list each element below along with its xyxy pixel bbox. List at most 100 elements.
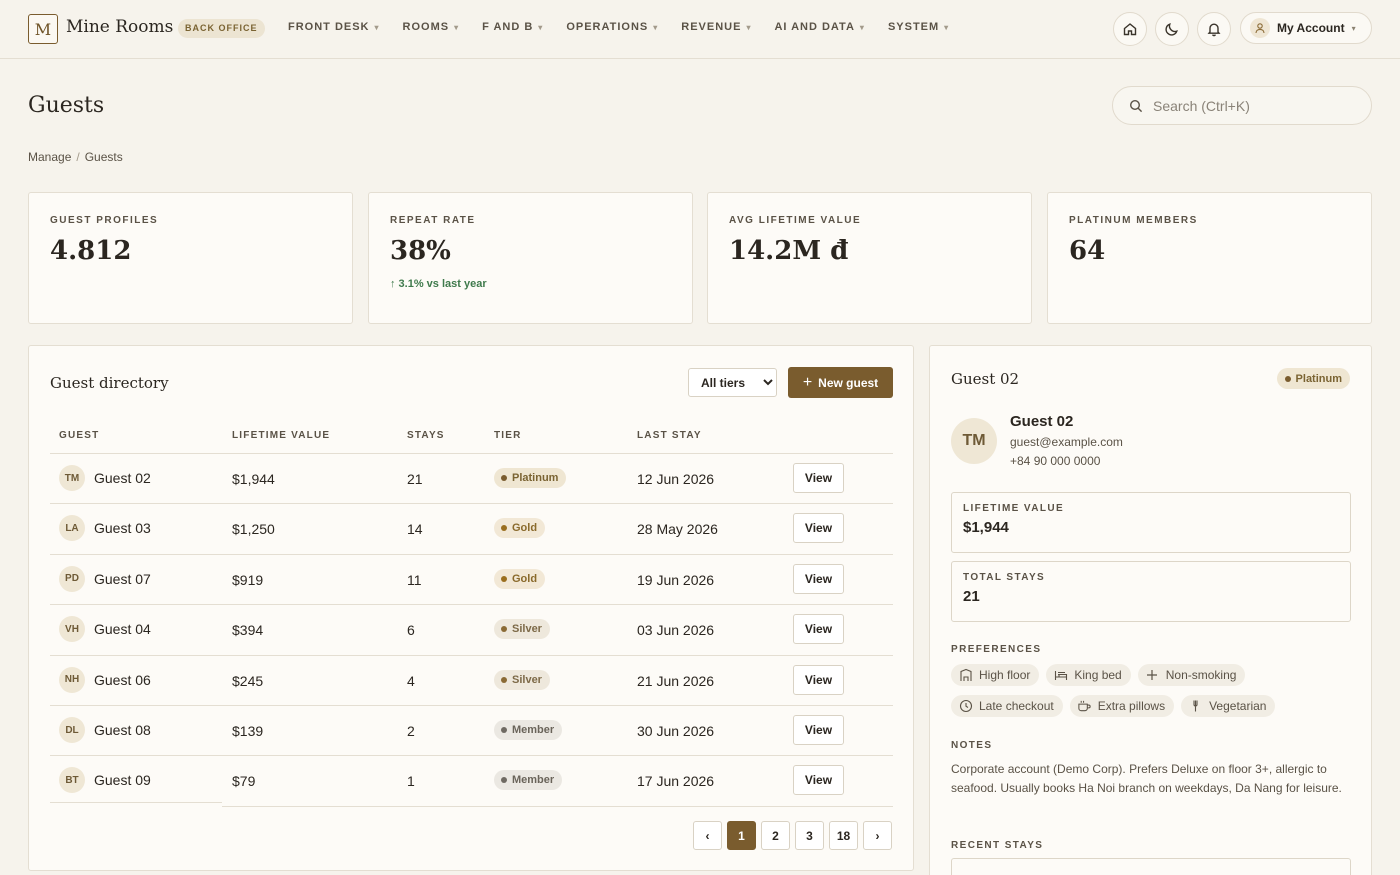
tier-label: Silver	[512, 623, 542, 636]
home-button[interactable]	[1113, 12, 1147, 46]
table-row[interactable]: DL Guest 08 $139 2 Member 30 Jun 2026 View	[29, 705, 913, 755]
view-button[interactable]: View	[793, 513, 844, 544]
recent-stays-heading: RECENT STAYS	[951, 840, 1044, 851]
new-guest-button[interactable]: + New guest	[788, 367, 893, 398]
guest-name[interactable]: Guest 06	[94, 672, 151, 688]
detail-title: Guest 02	[951, 370, 1020, 388]
table-row[interactable]: PD Guest 07 $919 11 Gold 19 Jun 2026 View	[29, 553, 913, 604]
status-dot	[501, 676, 507, 683]
stays-count: 21	[407, 471, 423, 487]
pagination-next-button[interactable]: ›	[863, 821, 892, 850]
breadcrumb-manage[interactable]: Manage	[28, 150, 71, 164]
recent-stay-item[interactable]	[951, 858, 1351, 875]
tier-label: Gold	[512, 522, 538, 535]
tier-label: Gold	[512, 572, 538, 585]
guest-phone[interactable]: +84 90 000 0000	[1010, 454, 1100, 468]
theme-toggle-button[interactable]	[1155, 12, 1189, 46]
divider	[222, 604, 893, 606]
table-row[interactable]: NH Guest 06 $245 4 Silver 21 Jun 2026 View	[29, 654, 913, 705]
nav-revenue[interactable]: REVENUE ▾	[681, 21, 751, 33]
guest-directory-panel: Guest directory All tiers + New guest GU…	[28, 345, 914, 871]
search-icon	[1129, 99, 1143, 112]
lifetime-value: $919	[232, 571, 264, 588]
divider	[50, 453, 222, 454]
guest-name[interactable]: Guest 09	[94, 772, 151, 788]
pagination-page-2[interactable]: 2	[761, 821, 790, 850]
guest-email[interactable]: guest@example.com	[1010, 435, 1123, 449]
stays-count: 11	[407, 571, 422, 588]
tier-badge: Member	[494, 720, 563, 740]
avatar: PD	[59, 565, 85, 592]
view-button[interactable]: View	[793, 463, 844, 493]
view-button[interactable]: View	[793, 614, 844, 645]
lifetime-value: $1,944	[232, 471, 275, 487]
tier-badge: Silver	[494, 619, 550, 640]
guest-name[interactable]: Guest 04	[94, 621, 151, 637]
guest-notes: Corporate account (Demo Corp). Prefers D…	[951, 762, 1342, 795]
column-header-guest[interactable]: GUEST	[59, 430, 99, 441]
logo[interactable]: M	[28, 14, 58, 44]
tier-filter-select[interactable]: All tiers	[688, 368, 777, 397]
last-stay-date: 30 Jun 2026	[637, 723, 715, 739]
stat-value: 64	[1069, 236, 1106, 266]
preference-label: Extra pillows	[1097, 699, 1166, 713]
nav-label: AI AND DATA	[774, 21, 855, 33]
view-button[interactable]: View	[793, 715, 844, 745]
divider	[50, 802, 222, 803]
table-row[interactable]: BT Guest 09 $79 1 Member 17 Jun 2026 View	[29, 755, 913, 805]
nav-front-desk[interactable]: FRONT DESK ▾	[288, 21, 380, 33]
lifetime-value: $1,250	[232, 521, 275, 538]
notes-heading: NOTES	[951, 740, 993, 751]
avatar: BT	[59, 767, 85, 794]
column-header-lifetime-value[interactable]: LIFETIME VALUE	[232, 430, 330, 441]
stat-card-repeat-rate: REPEAT RATE 38% ↑ 3.1% vs last year	[368, 192, 693, 324]
notifications-button[interactable]	[1197, 12, 1231, 46]
pagination-page-18[interactable]: 18	[829, 821, 858, 850]
table-row[interactable]: TM Guest 02 $1,944 21 Platinum 12 Jun 2026 Vie…	[29, 453, 913, 503]
view-button[interactable]: View	[793, 765, 844, 796]
preference-chip: Late checkout	[951, 695, 1063, 717]
column-header-stays[interactable]: STAYS	[407, 430, 445, 441]
last-stay-date: 19 Jun 2026	[637, 571, 715, 588]
guest-name[interactable]: Guest 02	[94, 470, 151, 486]
page-title: Guests	[28, 93, 105, 118]
avatar: TM	[59, 465, 85, 491]
pagination-page-1[interactable]: 1	[727, 821, 756, 850]
table-row[interactable]: LA Guest 03 $1,250 14 Gold 28 May 2026 View	[29, 503, 913, 553]
nav-ai-and-data[interactable]: AI AND DATA ▾	[774, 21, 864, 33]
search-box[interactable]	[1112, 86, 1372, 125]
stat-label: AVG LIFETIME VALUE	[729, 215, 862, 226]
breadcrumb-separator: /	[76, 150, 80, 164]
tier-label: Member	[512, 774, 555, 787]
chevron-down-icon: ▾	[653, 22, 659, 32]
nav-label: OPERATIONS	[566, 21, 649, 33]
guest-name[interactable]: Guest 08	[94, 722, 151, 738]
stays-count: 2	[407, 723, 415, 739]
brand-name[interactable]: Mine Rooms	[66, 17, 173, 37]
guest-name[interactable]: Guest 03	[94, 520, 151, 536]
nav-operations[interactable]: OPERATIONS ▾	[566, 21, 658, 33]
lifetime-value: $394	[232, 622, 264, 639]
pagination-page-3[interactable]: 3	[795, 821, 824, 850]
chevron-down-icon: ▾	[859, 22, 865, 32]
view-button[interactable]: View	[793, 664, 844, 695]
column-header-last-stay[interactable]: LAST STAY	[637, 430, 702, 441]
my-account-button[interactable]: My Account ▾	[1240, 12, 1372, 44]
building-icon	[958, 668, 973, 683]
divider	[50, 553, 222, 555]
table-row[interactable]: VH Guest 04 $394 6 Silver 03 Jun 2026 View	[29, 604, 913, 654]
guest-name[interactable]: Guest 07	[94, 571, 151, 587]
nav-system[interactable]: SYSTEM ▾	[888, 21, 949, 33]
nav-rooms[interactable]: ROOMS ▾	[403, 21, 460, 33]
view-button[interactable]: View	[793, 563, 844, 594]
nav-f-and-b[interactable]: F AND B ▾	[482, 21, 543, 33]
clock-icon	[958, 699, 973, 714]
directory-title: Guest directory	[50, 374, 169, 392]
column-header-tier[interactable]: TIER	[494, 430, 522, 441]
nav-label: FRONT DESK	[288, 21, 370, 33]
search-input[interactable]	[1153, 97, 1353, 114]
tier-badge: Gold	[494, 518, 546, 539]
metric-value: 21	[963, 588, 980, 605]
divider	[222, 553, 893, 555]
pagination-prev-button[interactable]: ‹	[693, 821, 722, 850]
